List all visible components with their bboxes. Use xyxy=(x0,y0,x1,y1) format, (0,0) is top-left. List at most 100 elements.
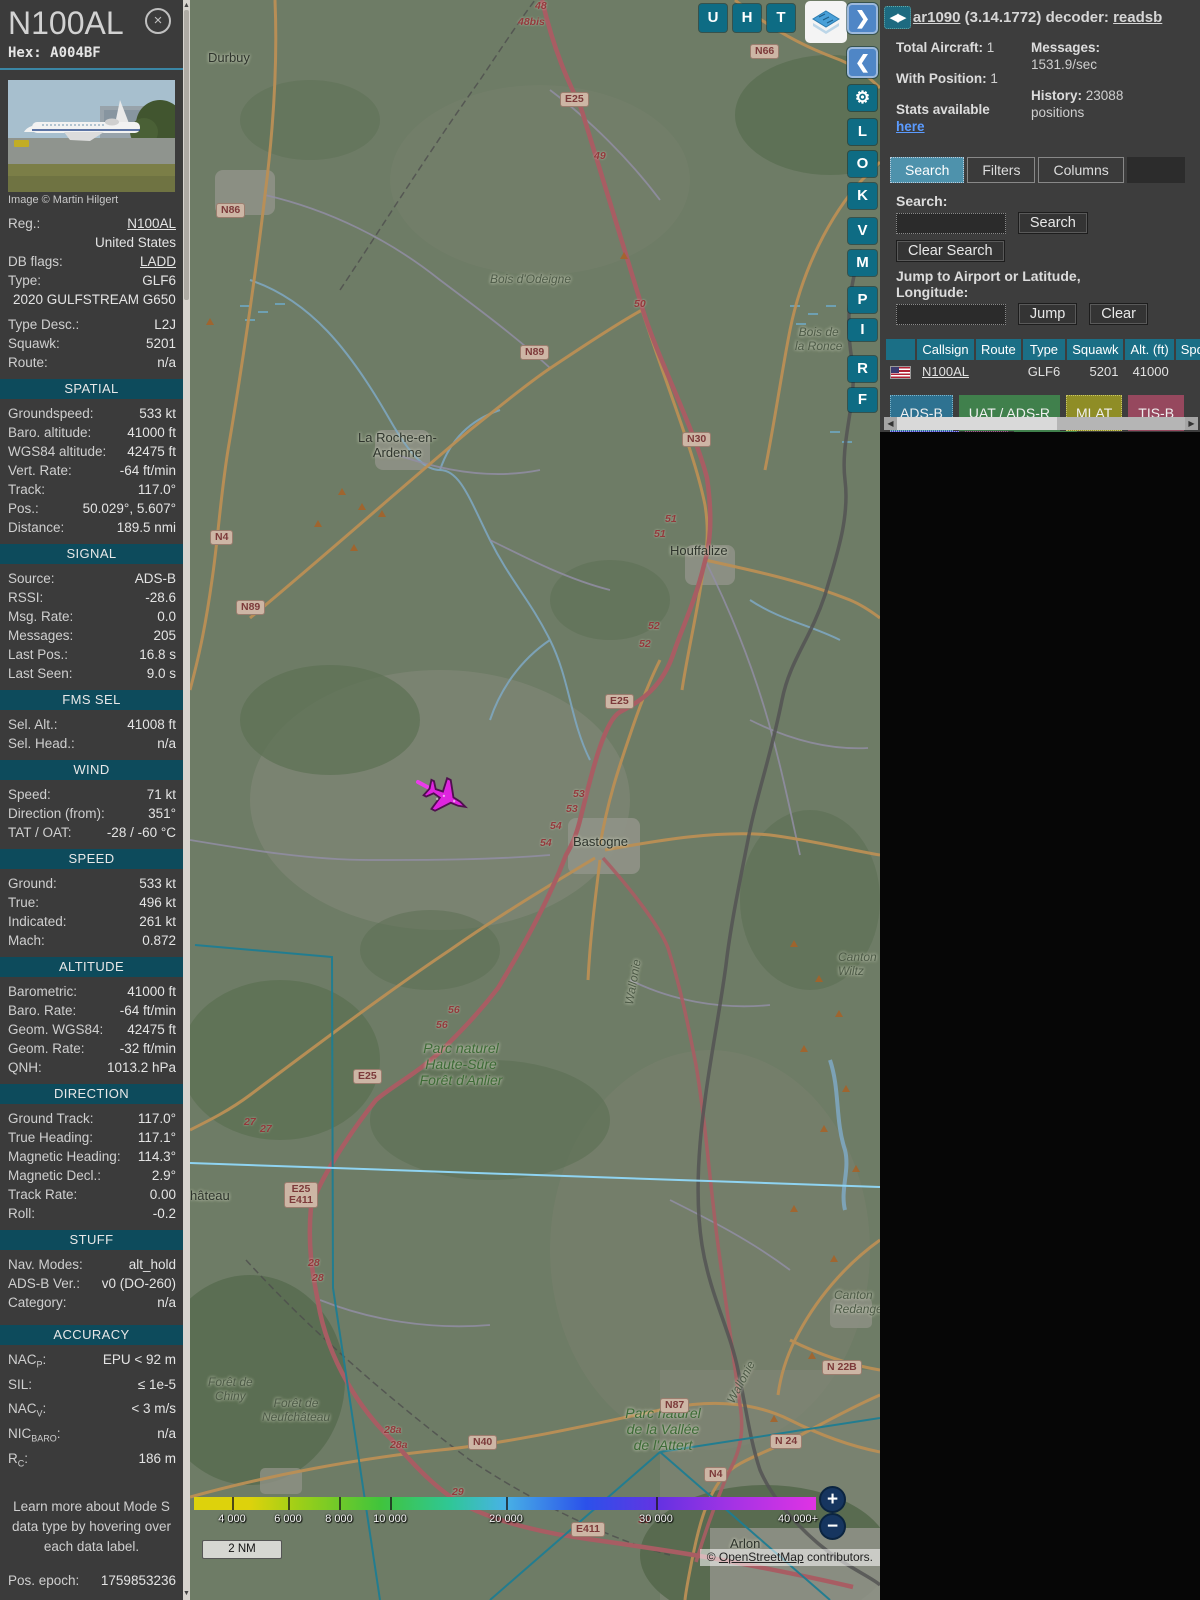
exit-label: 50 xyxy=(634,298,646,310)
map-canvas[interactable]: Durbuy Bois d'Odeigne Bois de la Ronce La… xyxy=(190,0,880,1600)
scrollbar-thumb[interactable] xyxy=(184,10,189,300)
spd-cell xyxy=(1176,362,1200,381)
with-position: With Position: 1 xyxy=(896,71,998,86)
poi-icon xyxy=(842,1085,850,1092)
flag-cell xyxy=(886,362,915,381)
map-button-i[interactable]: I xyxy=(848,319,877,341)
map-button-p[interactable]: P xyxy=(848,287,877,313)
aircraft-table: CallsignRouteTypeSquawkAlt. (ft)Spd. N10… xyxy=(884,337,1200,383)
exit-label: 54 xyxy=(550,820,562,832)
data-row: Speed: 71 kt xyxy=(8,787,176,802)
gear-icon[interactable]: ⚙ xyxy=(848,85,877,111)
tab-search[interactable]: Search xyxy=(890,157,965,183)
zoom-out-button[interactable]: − xyxy=(819,1513,846,1540)
map-button-m[interactable]: M xyxy=(848,250,877,276)
data-row: Direction (from): 351° xyxy=(8,806,176,821)
info-row-type: Type: GLF6 xyxy=(8,273,176,288)
sidebar-scrollbar[interactable]: ▲ ▼ xyxy=(183,0,190,1600)
data-row: True Heading: 117.1° xyxy=(8,1130,176,1145)
data-row: Sel. Alt.: 41008 ft xyxy=(8,717,176,732)
data-row: True: 496 kt xyxy=(8,895,176,910)
exit-label: 48 xyxy=(535,0,547,12)
scroll-up-icon[interactable]: ▲ xyxy=(183,2,190,10)
data-row: Track Rate: 0.00 xyxy=(8,1187,176,1202)
jump-button[interactable]: Jump xyxy=(1017,303,1078,325)
section-spatial: SPATIAL Groundspeed: 533 kt Baro. altitu… xyxy=(0,379,183,537)
registration-link[interactable]: N100AL xyxy=(127,214,176,233)
data-row: Baro. altitude: 41000 ft xyxy=(8,425,176,440)
column-header[interactable]: Spd. xyxy=(1175,339,1200,360)
scroll-right-icon[interactable]: ▶ xyxy=(1185,417,1198,430)
map-button-k[interactable]: K xyxy=(848,183,877,209)
sidebar-collapse-icon[interactable]: ❮ xyxy=(847,47,878,78)
column-header[interactable]: Callsign xyxy=(917,339,974,360)
map-button-u[interactable]: U xyxy=(699,4,727,32)
data-row: Magnetic Heading: 114.3° xyxy=(8,1149,176,1164)
scroll-down-icon[interactable]: ▼ xyxy=(183,1590,190,1598)
road-sign-e411: E411 xyxy=(571,1522,605,1537)
zoom-in-button[interactable]: + xyxy=(819,1486,846,1513)
chip-adsc[interactable]: ADS-C xyxy=(1013,431,1078,432)
search-label: Search: xyxy=(896,193,948,209)
osm-link[interactable]: OpenStreetMap xyxy=(719,1550,804,1564)
map-button-v[interactable]: V xyxy=(848,218,877,244)
altitude-legend-bar[interactable] xyxy=(194,1497,816,1510)
poi-icon xyxy=(820,1125,828,1132)
road-sign-n89: N89 xyxy=(520,345,550,360)
column-header[interactable]: Route xyxy=(975,339,1021,360)
chip-ais[interactable]: AIS xyxy=(965,431,1008,432)
map-scale: 2 NM xyxy=(202,1540,282,1559)
decoder-link[interactable]: readsb xyxy=(1113,9,1162,26)
section-speed: SPEED Ground: 533 kt True: 496 kt Indica… xyxy=(0,849,183,950)
map-button-r[interactable]: R xyxy=(848,356,877,382)
sidebar-expand-icon[interactable]: ❯ xyxy=(847,3,878,34)
close-icon[interactable]: × xyxy=(145,8,171,34)
road-sign-n4: N4 xyxy=(704,1467,728,1482)
data-row: Groundspeed: 533 kt xyxy=(8,406,176,421)
place-label-bastogne: Bastogne xyxy=(573,834,628,849)
chip-modes[interactable]: Mode-S xyxy=(890,431,960,432)
road-sign-n30: N30 xyxy=(682,432,712,447)
table-row[interactable]: N100AL GLF6 5201 41000 xyxy=(886,362,1200,381)
exit-label: 56 xyxy=(448,1004,460,1016)
callsign-link[interactable]: N100AL xyxy=(922,364,969,379)
tab-columns[interactable]: Columns xyxy=(1038,157,1124,183)
tab-filters[interactable]: Filters xyxy=(967,157,1036,183)
map-button-h[interactable]: H xyxy=(733,4,761,32)
column-header[interactable]: Type xyxy=(1022,339,1066,360)
map-button-o[interactable]: O xyxy=(848,151,877,177)
data-row: Geom. Rate: -32 ft/min xyxy=(8,1041,176,1056)
aircraft-photo[interactable] xyxy=(8,80,175,192)
road-sign-e25: E25 xyxy=(605,694,634,709)
column-header[interactable]: Alt. (ft) xyxy=(1125,339,1174,360)
layers-button[interactable] xyxy=(805,1,847,43)
scroll-left-icon[interactable]: ◀ xyxy=(884,417,897,430)
search-input[interactable] xyxy=(896,212,1006,234)
column-header[interactable] xyxy=(886,339,915,360)
data-row: Last Seen: 9.0 s xyxy=(8,666,176,681)
dbflags-link[interactable]: LADD xyxy=(140,252,176,271)
pos-epoch-row: Pos. epoch: 1759853236 xyxy=(8,1573,176,1589)
road-sign-n66: N66 xyxy=(750,44,780,59)
app-title-link[interactable]: ar1090 xyxy=(913,9,961,26)
column-header[interactable]: Squawk xyxy=(1067,339,1124,360)
place-label-durbuy: Durbuy xyxy=(208,50,250,65)
road-sign-n4: N4 xyxy=(210,530,234,545)
data-row-nicbaro: NICBARO: n/a xyxy=(8,1426,176,1444)
scrollbar-thumb[interactable] xyxy=(897,417,1057,430)
map-button-f[interactable]: F xyxy=(848,388,877,412)
clear-search-button[interactable]: Clear Search xyxy=(896,240,1005,262)
map-button-l[interactable]: L xyxy=(848,119,877,145)
table-horizontal-scrollbar[interactable]: ◀ ▶ xyxy=(884,417,1198,430)
panel-toggle-icon[interactable]: ◀▶ xyxy=(884,6,911,29)
data-row: Category: n/a xyxy=(8,1295,176,1310)
map-button-t[interactable]: T xyxy=(767,4,795,32)
poi-icon xyxy=(852,1165,860,1172)
stats-here-link[interactable]: here xyxy=(896,119,925,134)
section-wind: WIND Speed: 71 kt Direction (from): 351°… xyxy=(0,760,183,842)
search-button[interactable]: Search xyxy=(1017,212,1088,234)
exit-label: 52 xyxy=(648,620,660,632)
jump-clear-button[interactable]: Clear xyxy=(1089,303,1148,325)
jump-input[interactable] xyxy=(896,303,1006,325)
place-label-laroche: La Roche-en- Ardenne xyxy=(358,430,437,460)
